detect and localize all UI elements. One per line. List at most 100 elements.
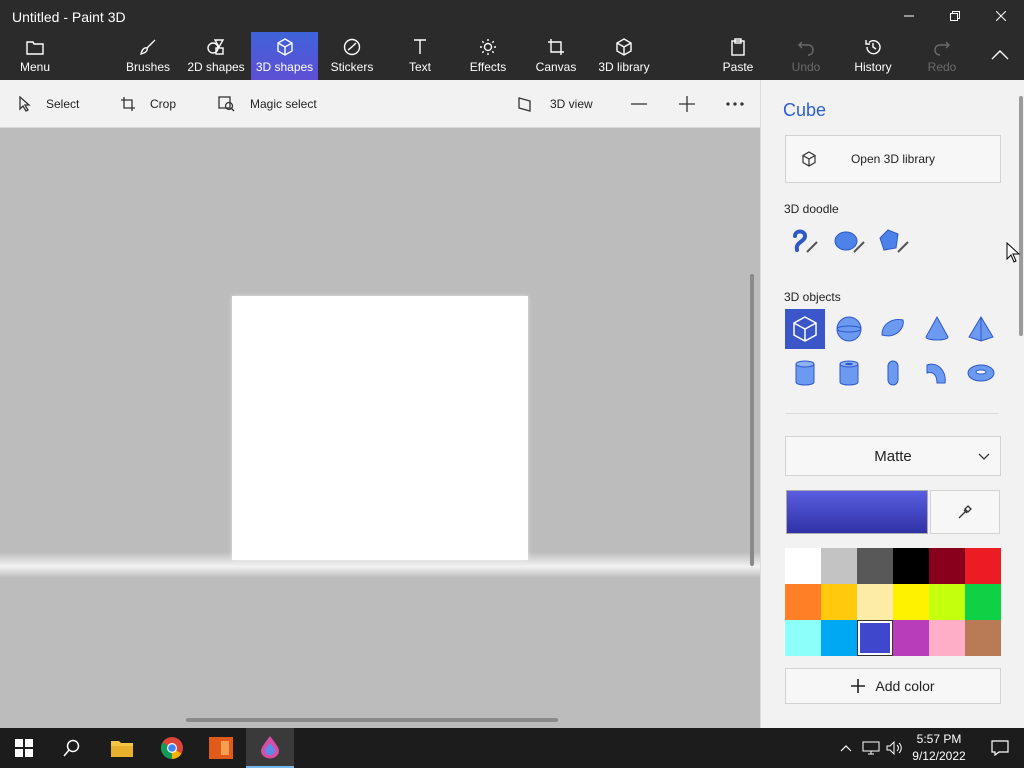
color-swatch[interactable]: [929, 584, 965, 620]
network-icon: [862, 741, 880, 755]
eyedropper-button[interactable]: [930, 490, 1000, 534]
3d-view-button[interactable]: 3D view: [518, 80, 593, 128]
donut-object[interactable]: [961, 353, 1001, 393]
search-button[interactable]: [48, 728, 96, 768]
color-swatch[interactable]: [965, 620, 1001, 656]
color-swatch[interactable]: [785, 620, 821, 656]
color-swatch[interactable]: [857, 620, 893, 656]
close-button[interactable]: [978, 0, 1024, 32]
cylinder-object[interactable]: [785, 353, 825, 393]
zoom-out-button[interactable]: [630, 80, 648, 128]
folder-icon: [25, 37, 45, 57]
panel-scrollbar[interactable]: [1019, 96, 1023, 336]
material-dropdown[interactable]: Matte: [785, 436, 1001, 476]
tab-canvas[interactable]: Canvas: [534, 32, 578, 80]
color-swatch[interactable]: [929, 620, 965, 656]
tab-stickers[interactable]: Stickers: [328, 32, 376, 80]
minimize-button[interactable]: [886, 0, 932, 32]
color-swatch[interactable]: [893, 620, 929, 656]
donut-icon: [967, 364, 995, 382]
horizontal-scrollbar[interactable]: [186, 718, 558, 722]
cube-object[interactable]: [785, 309, 825, 349]
soft-edge-doodle-tool[interactable]: [829, 221, 869, 261]
canvas[interactable]: [232, 296, 528, 560]
office-app-button[interactable]: [197, 728, 245, 768]
network-button[interactable]: [860, 728, 882, 768]
cone-icon: [925, 315, 949, 341]
toolbar: Select Crop Magic select 3D view: [0, 80, 760, 128]
chrome-button[interactable]: [148, 728, 196, 768]
show-hidden-icons-button[interactable]: [836, 728, 856, 768]
cone-object[interactable]: [917, 309, 957, 349]
color-swatch[interactable]: [965, 548, 1001, 584]
capsule-icon: [887, 360, 899, 386]
tube-doodle-tool[interactable]: [873, 221, 913, 261]
sphere-object[interactable]: [829, 309, 869, 349]
cube-icon: [793, 316, 817, 342]
tab-3d-shapes[interactable]: 3D shapes: [251, 32, 318, 80]
color-swatch[interactable]: [929, 548, 965, 584]
close-icon: [996, 11, 1006, 21]
tab-effects[interactable]: Effects: [466, 32, 510, 80]
add-color-button[interactable]: Add color: [785, 668, 1001, 704]
tab-3d-library[interactable]: 3D library: [596, 32, 652, 80]
tube-doodle-icon: [879, 229, 909, 253]
menu-button[interactable]: Menu: [10, 32, 60, 80]
tab-2d-shapes[interactable]: 2D shapes: [186, 32, 246, 80]
collapse-ribbon-button[interactable]: [984, 32, 1016, 80]
zoom-in-button[interactable]: [678, 80, 696, 128]
redo-button[interactable]: Redo: [924, 32, 960, 80]
pyramid-object[interactable]: [961, 309, 1001, 349]
hemisphere-object[interactable]: [873, 309, 913, 349]
color-swatch[interactable]: [821, 548, 857, 584]
plus-icon: [851, 679, 866, 693]
system-clock[interactable]: 5:57 PM 9/12/2022: [906, 731, 972, 765]
open-3d-library-button[interactable]: Open 3D library: [785, 135, 1001, 183]
color-swatch[interactable]: [893, 584, 929, 620]
select-cursor-icon: [19, 96, 31, 112]
3d-view-icon: [518, 97, 531, 112]
more-icon: [726, 102, 744, 106]
color-swatch[interactable]: [785, 584, 821, 620]
color-swatch[interactable]: [893, 548, 929, 584]
history-button[interactable]: History: [852, 32, 894, 80]
cylinder-icon: [795, 360, 815, 386]
crop-button[interactable]: Crop: [120, 80, 176, 128]
start-button[interactable]: [0, 728, 48, 768]
tab-brushes[interactable]: Brushes: [122, 32, 174, 80]
color-swatch[interactable]: [821, 620, 857, 656]
history-icon: [863, 37, 883, 57]
curved-tube-object[interactable]: [917, 353, 957, 393]
paste-button[interactable]: Paste: [720, 32, 756, 80]
notifications-button[interactable]: [976, 728, 1024, 768]
select-button[interactable]: Select: [18, 80, 79, 128]
panel-divider: [785, 413, 999, 414]
tube-object[interactable]: [829, 353, 869, 393]
soft-doodle-icon: [834, 231, 865, 253]
more-options-button[interactable]: [726, 80, 744, 128]
canvas-icon: [546, 37, 566, 57]
capsule-object[interactable]: [873, 353, 913, 393]
color-swatch[interactable]: [821, 584, 857, 620]
tab-text[interactable]: Text: [400, 32, 440, 80]
mouse-cursor-icon: [1006, 242, 1020, 263]
paint-3d-button[interactable]: [246, 728, 294, 768]
color-swatch[interactable]: [785, 548, 821, 584]
magic-select-button[interactable]: Magic select: [218, 80, 317, 128]
paint-3d-icon: [261, 736, 279, 759]
sharp-edge-doodle-tool[interactable]: [785, 221, 825, 261]
restore-button[interactable]: [932, 0, 978, 32]
file-explorer-button[interactable]: [98, 728, 146, 768]
color-swatch[interactable]: [857, 548, 893, 584]
doodle-label: 3D doodle: [784, 202, 839, 216]
current-color-preview[interactable]: [786, 490, 928, 534]
color-swatch[interactable]: [857, 584, 893, 620]
notification-icon: [991, 740, 1009, 756]
minus-icon: [631, 103, 647, 105]
vertical-scrollbar[interactable]: [750, 274, 754, 566]
taskbar: 5:57 PM 9/12/2022: [0, 728, 1024, 768]
undo-button[interactable]: Undo: [788, 32, 824, 80]
workspace[interactable]: [0, 128, 760, 728]
color-swatch[interactable]: [965, 584, 1001, 620]
volume-button[interactable]: [884, 728, 906, 768]
